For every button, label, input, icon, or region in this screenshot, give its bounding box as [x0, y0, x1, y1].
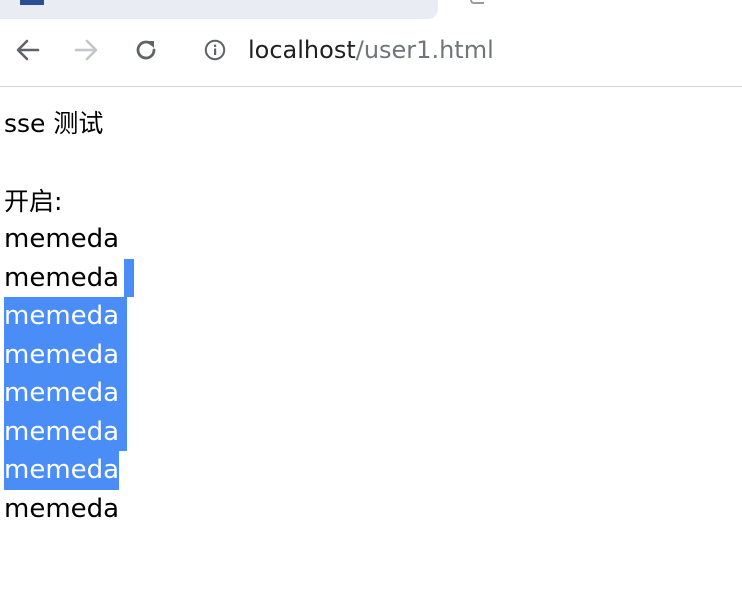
list-item: memeda	[4, 335, 128, 374]
list-item: memeda	[4, 451, 127, 490]
message-text: memeda	[4, 493, 120, 524]
list-item: memeda	[4, 220, 127, 259]
url-text[interactable]: localhost/user1.html	[248, 37, 494, 63]
arrow-right-icon	[74, 39, 98, 61]
message-text: memeda	[4, 224, 120, 254]
info-icon[interactable]	[204, 39, 226, 61]
new-tab-button[interactable]	[470, 0, 484, 4]
list-item: memeda	[4, 258, 134, 297]
list-item: memeda	[4, 297, 128, 336]
message-text: memeda	[4, 335, 128, 374]
message-text: memeda	[4, 262, 120, 293]
page-content: sse 测试 开启: memeda memeda memeda memeda m…	[4, 108, 734, 524]
page-heading: sse 测试	[4, 109, 104, 138]
url-path: /user1.html	[355, 36, 494, 64]
list-item: memeda	[4, 374, 128, 413]
forward-button[interactable]	[66, 30, 106, 70]
message-list: memeda memeda memeda memeda memeda memed…	[4, 220, 134, 529]
message-text: memeda	[4, 412, 128, 451]
active-tab[interactable]	[0, 0, 438, 19]
list-item: memeda	[4, 412, 128, 451]
tab-favicon-icon	[20, 0, 44, 5]
arrow-left-icon	[16, 39, 40, 61]
list-item: memeda	[4, 490, 127, 529]
open-label: 开启:	[4, 187, 63, 216]
tab-strip	[0, 0, 742, 20]
message-text: memeda	[4, 297, 128, 336]
message-text: memeda	[4, 451, 120, 490]
address-bar[interactable]: localhost/user1.html	[190, 28, 730, 72]
reload-icon	[136, 40, 156, 60]
selection-highlight	[124, 258, 134, 297]
url-host: localhost	[248, 36, 356, 64]
back-button[interactable]	[8, 30, 48, 70]
browser-toolbar: localhost/user1.html	[0, 20, 742, 87]
message-text: memeda	[4, 374, 128, 413]
reload-button[interactable]	[126, 30, 166, 70]
